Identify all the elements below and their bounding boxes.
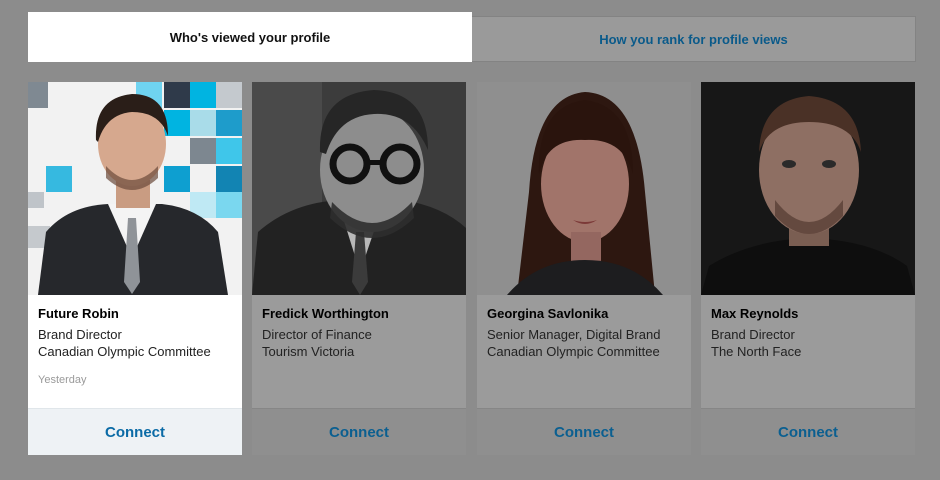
viewer-company: Canadian Olympic Committee	[38, 344, 211, 359]
viewer-card[interactable]: Georgina Savlonika Senior Manager, Digit…	[477, 82, 691, 455]
tab-whos-viewed[interactable]: Who's viewed your profile	[28, 12, 472, 62]
viewed-time: Yesterday	[38, 374, 87, 386]
viewer-company: Canadian Olympic Committee	[487, 344, 660, 359]
viewer-title: Brand Director	[38, 327, 122, 342]
viewer-company: The North Face	[711, 344, 802, 359]
avatar	[701, 82, 915, 295]
viewer-title: Director of Finance	[262, 327, 372, 342]
profile-photo[interactable]	[252, 82, 466, 295]
viewer-company: Tourism Victoria	[262, 344, 355, 359]
viewer-card[interactable]: Fredick Worthington Director of Finance …	[252, 82, 466, 455]
viewer-card[interactable]: Max Reynolds Brand Director The North Fa…	[701, 82, 915, 455]
profile-photo[interactable]	[477, 82, 691, 295]
avatar	[252, 82, 466, 295]
viewer-title: Senior Manager, Digital Brand	[487, 327, 661, 342]
profile-photo[interactable]	[28, 82, 242, 295]
viewer-name[interactable]: Max Reynolds	[711, 306, 798, 321]
viewer-card[interactable]: Future Robin Brand Director Canadian Oly…	[28, 82, 242, 455]
profile-photo[interactable]	[701, 82, 915, 295]
connect-button[interactable]: Connect	[28, 408, 242, 455]
avatar	[28, 82, 242, 295]
connect-button[interactable]: Connect	[252, 408, 466, 455]
viewer-name[interactable]: Fredick Worthington	[262, 306, 389, 321]
avatar	[477, 82, 691, 295]
connect-button[interactable]: Connect	[477, 408, 691, 455]
viewer-name[interactable]: Georgina Savlonika	[487, 306, 608, 321]
tab-profile-rank[interactable]: How you rank for profile views	[472, 16, 916, 62]
viewer-name[interactable]: Future Robin	[38, 306, 119, 321]
profile-views-tabs: Who's viewed your profile How you rank f…	[28, 12, 916, 62]
connect-button[interactable]: Connect	[701, 408, 915, 455]
viewer-title: Brand Director	[711, 327, 795, 342]
